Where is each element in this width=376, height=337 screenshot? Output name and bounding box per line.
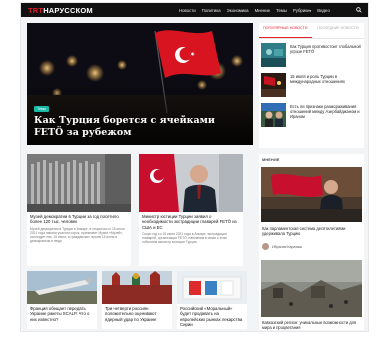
article-summary: Скоро год со 15 июля 2021 года в Анкаре,…: [142, 231, 227, 245]
article-title: Музей демократии в Турции за год посетил…: [30, 214, 119, 225]
logo-trt: TRT: [28, 5, 44, 15]
opinion-panel: МНЕНИЕ Как парламентская система десятил…: [259, 154, 364, 330]
article-image: [139, 154, 243, 212]
search-icon[interactable]: [356, 7, 362, 13]
article-title: Франция обещает передать Украине ракеты …: [30, 306, 90, 322]
article-summary: Музей демократии в Турции в Анкаре, в от…: [30, 226, 125, 244]
nav-item-rubrics-label: Рубрики: [292, 7, 310, 13]
article-image: [27, 154, 131, 212]
tab-popular[interactable]: ПОПУЛЯРНЫЕ НОВОСТИ: [259, 23, 312, 38]
chevron-down-icon: ▾: [309, 8, 312, 13]
list-item[interactable]: Есть ли признаки размораживания отношени…: [259, 103, 364, 129]
article-card[interactable]: Три четверти россиян положительно оценив…: [102, 271, 172, 329]
site-logo[interactable]: TRT НАРУССКОМ: [28, 6, 93, 15]
article-title: Российский «Моральный» будет продавать н…: [180, 306, 243, 327]
article-title: Три четверти россиян положительно оценив…: [105, 306, 157, 322]
article-image: [177, 271, 247, 304]
list-item[interactable]: 15 июля и роль Турции в международных от…: [259, 73, 364, 99]
nav-item-video[interactable]: Видео: [317, 8, 330, 13]
article-card[interactable]: Российский «Моральный» будет продавать н…: [177, 271, 247, 329]
page-frame: TRT НАРУССКОМ Новости Политика Экономика…: [20, 2, 369, 332]
thumbnail-image: [261, 43, 286, 67]
tab-latest[interactable]: ПОСЛЕДНИЕ НОВОСТИ: [312, 23, 365, 38]
opinion-title[interactable]: Кавказский регион: уникальные возможност…: [262, 320, 360, 330]
list-item-title: Как Турция противостоит глобальной угроз…: [290, 44, 361, 55]
opinion-author[interactable]: Ибрагим Караташ: [262, 243, 302, 250]
nav-item-opinion[interactable]: Мнение: [255, 8, 271, 13]
thumbnail-image: [261, 73, 286, 97]
news-tabs-panel: ПОПУЛЯРНЫЕ НОВОСТИ ПОСЛЕДНИЕ НОВОСТИ Как…: [259, 23, 364, 148]
news-tabs: ПОПУЛЯРНЫЕ НОВОСТИ ПОСЛЕДНИЕ НОВОСТИ: [259, 23, 364, 39]
opinion-heading: МНЕНИЕ: [262, 158, 280, 162]
hero-article[interactable]: Темы Как Турция борется с ячейками FETÖ …: [27, 23, 253, 145]
article-title: Министр юстиции Турции заявил о необходи…: [142, 214, 237, 230]
hero-title[interactable]: Как Турция борется с ячейками FETÖ за ру…: [34, 115, 234, 138]
nav-item-news[interactable]: Новости: [179, 8, 196, 13]
nav-item-economy[interactable]: Экономика: [227, 8, 249, 13]
article-card[interactable]: Музей демократии в Турции за год посетил…: [27, 154, 131, 266]
main-nav: Новости Политика Экономика Мнение Темы Р…: [179, 3, 330, 17]
article-image: [102, 271, 172, 304]
top-navbar: TRT НАРУССКОМ Новости Политика Экономика…: [21, 3, 368, 17]
list-item-title: Есть ли признаки размораживания отношени…: [290, 104, 360, 120]
hero-tag-badge[interactable]: Темы: [34, 106, 50, 112]
list-item-title: 15 июля и роль Турции в международных от…: [290, 74, 345, 85]
author-name: Ибрагим Караташ: [272, 244, 302, 249]
article-image: [27, 271, 97, 304]
article-card[interactable]: Министр юстиции Турции заявил о необходи…: [139, 154, 243, 266]
opinion-title[interactable]: Как парламентская система десятилетиями …: [262, 226, 360, 236]
logo-text: НАРУССКОМ: [43, 5, 93, 15]
opinion-image[interactable]: [261, 167, 362, 222]
nav-item-rubrics[interactable]: Рубрики▾: [293, 8, 311, 13]
list-item[interactable]: Как Турция противостоит глобальной угроз…: [259, 43, 364, 69]
article-card[interactable]: Франция обещает передать Украине ракеты …: [27, 271, 97, 329]
nav-item-politics[interactable]: Политика: [202, 8, 221, 13]
thumbnail-image: [261, 103, 286, 127]
opinion-image[interactable]: [261, 260, 362, 317]
nav-item-topics[interactable]: Темы: [276, 8, 287, 13]
avatar: [262, 243, 269, 250]
